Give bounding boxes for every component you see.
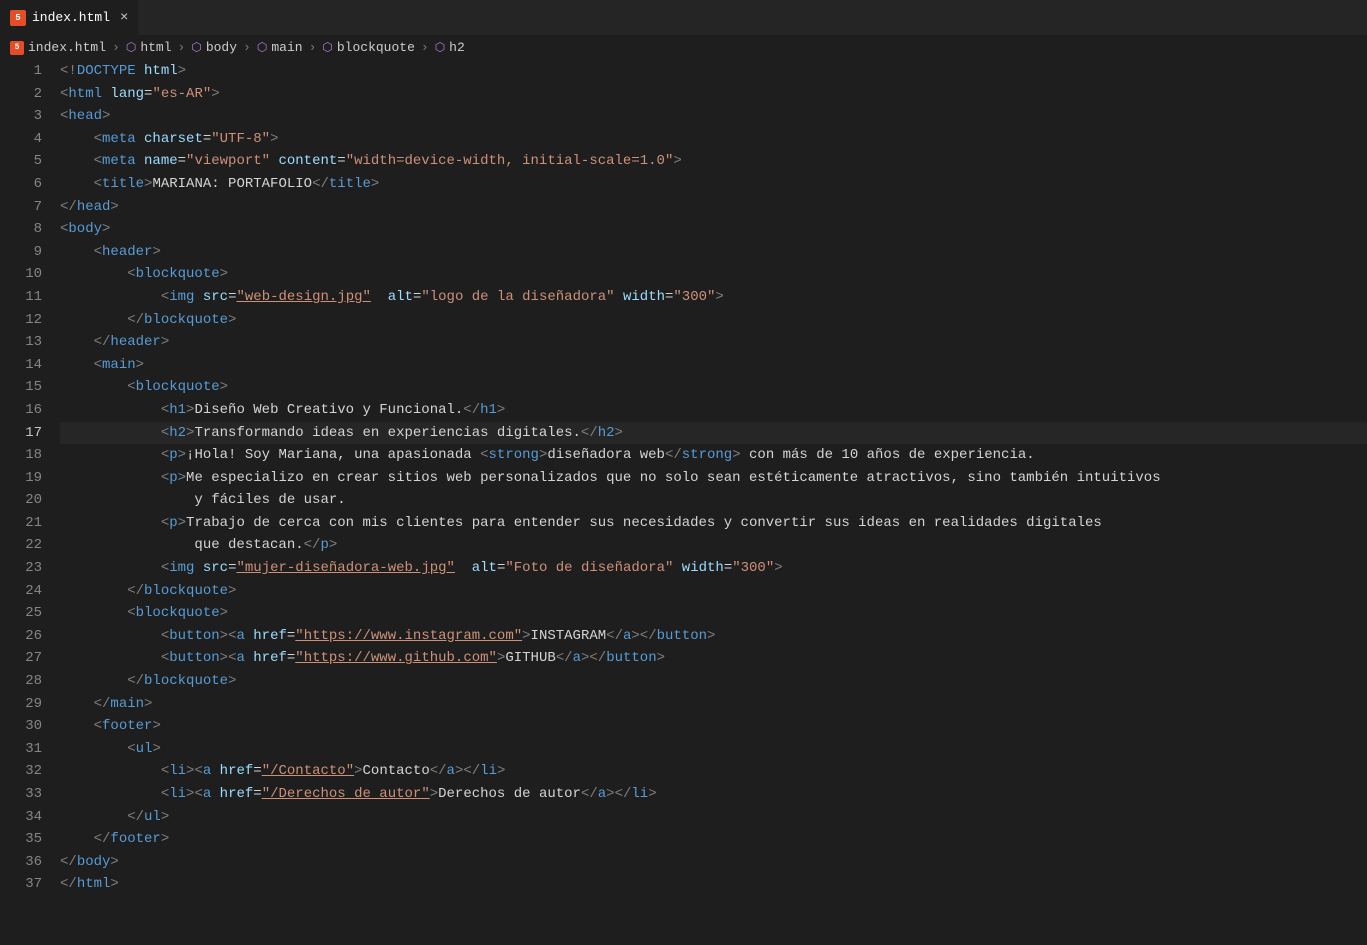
- code-editor[interactable]: 1234567891011121314151617181920212223242…: [0, 60, 1367, 945]
- tab-label: index.html: [32, 10, 110, 25]
- breadcrumb-body[interactable]: body: [206, 40, 237, 55]
- symbol-icon: ⬡: [191, 40, 201, 55]
- breadcrumb-html[interactable]: html: [140, 40, 171, 55]
- breadcrumb-main[interactable]: main: [271, 40, 302, 55]
- breadcrumb: 5 index.html › ⬡ html › ⬡ body › ⬡ main …: [0, 35, 1367, 60]
- breadcrumb-blockquote[interactable]: blockquote: [337, 40, 415, 55]
- tab-bar: 5 index.html ×: [0, 0, 1367, 35]
- code-area[interactable]: <!DOCTYPE html><html lang="es-AR"><head>…: [60, 60, 1367, 945]
- symbol-icon: ⬡: [126, 40, 136, 55]
- line-gutter: 1234567891011121314151617181920212223242…: [0, 60, 60, 945]
- symbol-icon: ⬡: [322, 40, 332, 55]
- chevron-right-icon: ›: [243, 40, 251, 55]
- chevron-right-icon: ›: [178, 40, 186, 55]
- breadcrumb-file[interactable]: index.html: [28, 40, 106, 55]
- symbol-icon: ⬡: [435, 40, 445, 55]
- html5-icon: 5: [10, 41, 24, 55]
- chevron-right-icon: ›: [309, 40, 317, 55]
- close-icon[interactable]: ×: [120, 10, 128, 26]
- chevron-right-icon: ›: [421, 40, 429, 55]
- breadcrumb-h2[interactable]: h2: [449, 40, 465, 55]
- editor-tab-index-html[interactable]: 5 index.html ×: [0, 0, 139, 35]
- symbol-icon: ⬡: [257, 40, 267, 55]
- chevron-right-icon: ›: [112, 40, 120, 55]
- html5-icon: 5: [10, 10, 26, 26]
